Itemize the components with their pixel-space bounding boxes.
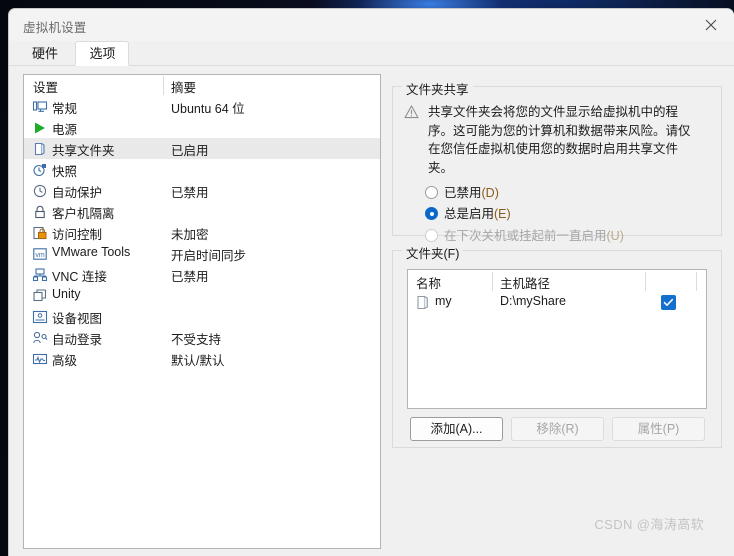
radio-disabled[interactable]: 已禁用(D) <box>425 182 499 201</box>
clock-icon <box>32 183 48 199</box>
options-panel: 文件夹共享 共享文件夹会将您的文件显示给虚拟机中的程序。这可能为您的计算机和数据… <box>392 74 722 549</box>
folders-table-header: 名称 主机路径 <box>408 270 706 292</box>
settings-row-general[interactable]: 常规 Ubuntu 64 位 <box>24 96 380 117</box>
radio-always-enabled-label: 总是启用 <box>444 207 495 221</box>
radio-until-shutdown[interactable]: 在下次关机或挂起前一直启用(U) <box>425 225 624 244</box>
vm-settings-window: 虚拟机设置 硬件 选项 设置 摘要 常规 Ubuntu 64 位 电源 共享文件… <box>8 8 734 556</box>
advanced-icon <box>32 351 48 367</box>
svg-text:vm: vm <box>35 252 45 259</box>
device-view-icon <box>32 309 48 325</box>
shared-folder-icon <box>32 141 48 157</box>
settings-row-autoprotect[interactable]: 自动保护 已禁用 <box>24 180 380 201</box>
column-header-summary: 摘要 <box>171 81 197 95</box>
column-divider <box>163 76 164 95</box>
folder-host-path: D:\myShare <box>500 294 566 308</box>
settings-row-label: VMware Tools <box>52 245 131 259</box>
settings-row-advanced[interactable]: 高级 默认/默认 <box>24 348 380 369</box>
add-folder-button[interactable]: 添加(A)... <box>410 417 503 441</box>
settings-row-unity[interactable]: Unity <box>24 285 380 306</box>
settings-row-device-view[interactable]: 设备视图 <box>24 306 380 327</box>
warning-triangle-icon <box>404 105 419 119</box>
settings-row-label: 高级 <box>52 354 78 368</box>
settings-row-vmware-tools[interactable]: vm VMware Tools 开启时间同步 <box>24 243 380 264</box>
settings-row-guest-isolation[interactable]: 客户机隔离 <box>24 201 380 222</box>
folders-table[interactable]: 名称 主机路径 my D:\myShare <box>407 269 707 409</box>
settings-row-snapshot[interactable]: 快照 <box>24 159 380 180</box>
radio-button-icon <box>425 186 438 199</box>
unity-icon <box>32 288 48 304</box>
tab-options[interactable]: 选项 <box>75 41 130 66</box>
radio-button-icon <box>425 207 438 220</box>
settings-row-summary: 已启用 <box>171 144 209 158</box>
settings-row-power[interactable]: 电源 <box>24 117 380 138</box>
settings-row-summary: 未加密 <box>171 228 209 242</box>
settings-row-label: 自动登录 <box>52 333 103 347</box>
radio-always-enabled[interactable]: 总是启用(E) <box>425 203 511 222</box>
settings-row-auto-login[interactable]: 自动登录 不受支持 <box>24 327 380 348</box>
folders-column-path: 主机路径 <box>500 277 551 291</box>
folder-name: my <box>435 294 452 308</box>
settings-row-summary: 已禁用 <box>171 186 209 200</box>
play-icon <box>32 120 48 136</box>
snapshot-clock-icon <box>32 162 48 178</box>
access-lock-icon <box>32 225 48 241</box>
lock-icon <box>32 204 48 220</box>
settings-row-label: 客户机隔离 <box>52 207 115 221</box>
settings-row-summary: 不受支持 <box>171 333 222 347</box>
settings-row-summary: 默认/默认 <box>171 354 225 368</box>
settings-row-vnc[interactable]: VNC 连接 已禁用 <box>24 264 380 285</box>
column-divider <box>492 272 493 291</box>
settings-row-label: Unity <box>52 287 81 301</box>
radio-disabled-label: 已禁用 <box>444 186 482 200</box>
settings-list-header: 设置 摘要 <box>24 75 380 96</box>
vnc-icon <box>32 267 48 283</box>
settings-row-access-control[interactable]: 访问控制 未加密 <box>24 222 380 243</box>
sharing-warning: 共享文件夹会将您的文件显示给虚拟机中的程序。这可能为您的计算机和数据带来风险。请… <box>404 103 704 177</box>
radio-always-enabled-mnemonic: (E) <box>494 207 511 221</box>
settings-row-label: 设备视图 <box>52 312 103 326</box>
folder-sharing-group: 文件夹共享 共享文件夹会将您的文件显示给虚拟机中的程序。这可能为您的计算机和数据… <box>392 79 722 243</box>
settings-row-summary: Ubuntu 64 位 <box>171 102 245 116</box>
monitor-icon <box>32 99 48 115</box>
window-title: 虚拟机设置 <box>23 21 87 35</box>
folders-group-title: 文件夹(F) <box>402 243 464 262</box>
tab-hardware[interactable]: 硬件 <box>19 41 71 66</box>
radio-disabled-mnemonic: (D) <box>481 186 499 200</box>
folders-table-row[interactable]: my D:\myShare <box>408 292 706 314</box>
settings-row-label: 电源 <box>52 123 78 137</box>
folders-column-name: 名称 <box>416 277 442 291</box>
settings-row-summary: 已禁用 <box>171 270 209 284</box>
watermark: CSDN @海涛高软 <box>594 517 704 532</box>
close-icon[interactable] <box>688 9 734 41</box>
folders-group: 文件夹(F) 名称 主机路径 my D:\myShare 添加(A)... 移除… <box>392 243 722 448</box>
auto-login-icon <box>32 330 48 346</box>
folder-properties-button[interactable]: 属性(P) <box>612 417 705 441</box>
settings-row-summary: 开启时间同步 <box>171 249 247 263</box>
folder-sharing-group-title: 文件夹共享 <box>402 79 473 98</box>
radio-until-shutdown-label: 在下次关机或挂起前一直启用 <box>444 229 607 243</box>
column-divider <box>696 272 697 291</box>
remove-folder-button[interactable]: 移除(R) <box>511 417 604 441</box>
settings-row-label: 访问控制 <box>52 228 103 242</box>
tab-strip: 硬件 选项 <box>9 41 734 66</box>
settings-row-label: 自动保护 <box>52 186 103 200</box>
settings-list[interactable]: 设置 摘要 常规 Ubuntu 64 位 电源 共享文件夹 已启用 快照 自动保… <box>23 74 381 549</box>
settings-row-shared-folders[interactable]: 共享文件夹 已启用 <box>24 138 380 159</box>
settings-row-label: 共享文件夹 <box>52 144 115 158</box>
settings-row-label: VNC 连接 <box>52 270 107 284</box>
settings-row-label: 常规 <box>52 102 78 116</box>
sharing-warning-text: 共享文件夹会将您的文件显示给虚拟机中的程序。这可能为您的计算机和数据带来风险。请… <box>428 105 691 175</box>
vmware-tools-icon: vm <box>32 246 48 262</box>
folders-button-row: 添加(A)... 移除(R) 属性(P) <box>407 417 709 441</box>
radio-button-icon <box>425 229 438 242</box>
column-header-settings: 设置 <box>33 81 59 95</box>
folder-enabled-checkbox[interactable] <box>661 295 676 310</box>
radio-until-shutdown-mnemonic: (U) <box>606 229 624 243</box>
folder-icon <box>416 295 430 310</box>
dialog-content: 设置 摘要 常规 Ubuntu 64 位 电源 共享文件夹 已启用 快照 自动保… <box>9 66 734 556</box>
title-bar: 虚拟机设置 <box>9 9 734 41</box>
settings-row-label: 快照 <box>52 165 78 179</box>
column-divider <box>645 272 646 291</box>
